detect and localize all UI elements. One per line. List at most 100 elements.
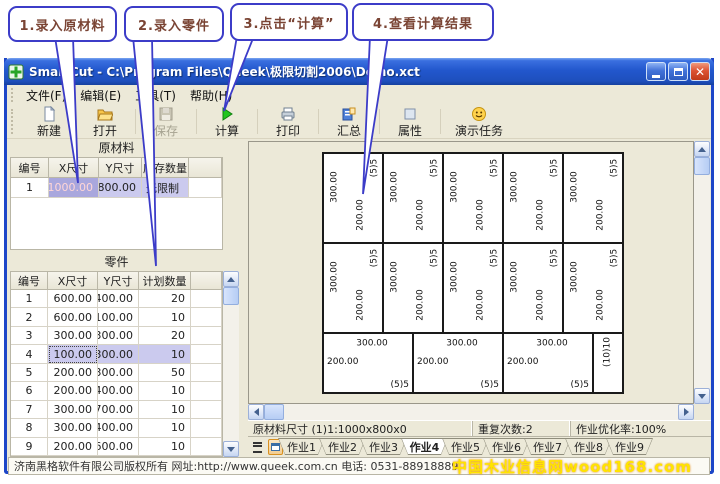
table-cell[interactable]: 100.00 <box>48 345 98 363</box>
minimize-button[interactable] <box>646 62 666 81</box>
cell-height-label: 300.00 <box>331 171 340 203</box>
toolbar-button-calc-play[interactable]: 计算 <box>199 105 255 138</box>
table-cell[interactable]: 600.00 <box>98 438 139 456</box>
tab-label: 作业1 <box>278 438 325 455</box>
table-header-row: 编号X尺寸Y尺寸计划数量 <box>11 272 222 290</box>
sheet-size-status: 原材料尺寸 (1)1:1000x800x0 <box>248 421 473 436</box>
scrollbar-thumb[interactable] <box>264 404 284 420</box>
table-cell[interactable]: 10 <box>139 345 191 363</box>
table-cell[interactable]: 7 <box>11 401 48 419</box>
table-cell[interactable]: 10 <box>139 419 191 437</box>
cell-tag-label: (5)5 <box>551 249 560 267</box>
table-cell[interactable]: 200.00 <box>48 382 98 400</box>
parts-scrollbar[interactable] <box>223 271 239 457</box>
table-cell[interactable]: 6 <box>11 382 48 400</box>
table-cell[interactable]: 300.00 <box>48 401 98 419</box>
table-cell[interactable]: 无限制 <box>142 178 189 198</box>
scroll-up-button[interactable] <box>694 141 710 157</box>
scroll-down-button[interactable] <box>694 388 710 404</box>
column-header: X尺寸 <box>49 158 99 178</box>
close-button[interactable]: ✕ <box>690 62 710 81</box>
table-cell[interactable]: 400.00 <box>98 290 139 308</box>
layout-cell-vertical: (5)5300.00200.00 <box>323 153 383 243</box>
menu-item-3[interactable]: 帮助(H) <box>183 85 239 106</box>
maximize-button[interactable] <box>668 62 688 81</box>
arrow-up-icon <box>698 147 706 152</box>
scroll-left-button[interactable] <box>248 404 264 420</box>
layout-cell-horizontal: 300.00200.00(5)5 <box>323 333 413 393</box>
menu-item-0[interactable]: 文件(F) <box>19 85 73 106</box>
tab-job-3[interactable]: 作业3 <box>360 438 407 455</box>
toolbar-button-summary[interactable]: 汇总 <box>321 105 377 138</box>
table-cell[interactable]: 10 <box>139 382 191 400</box>
toolbar-button-open-folder[interactable]: 打开 <box>77 105 133 138</box>
table-empty-area <box>11 198 222 250</box>
table-cell[interactable]: 400.00 <box>98 419 139 437</box>
new-doc-icon <box>41 106 57 125</box>
table-cell[interactable]: 10 <box>139 401 191 419</box>
table-cell[interactable]: 5 <box>11 364 48 382</box>
table-cell[interactable]: 10 <box>139 308 191 326</box>
scroll-up-button[interactable] <box>223 271 239 287</box>
table-row: 1600.00400.0020 <box>11 290 222 308</box>
tab-job-4[interactable]: 作业4 <box>401 438 448 455</box>
title-bar[interactable]: SmartCut - C:\Program Files\Queek\极限切割20… <box>4 58 714 85</box>
table-cell[interactable]: 200.00 <box>48 364 98 382</box>
tab-job-9[interactable]: 作业9 <box>606 438 653 455</box>
row-filler <box>191 327 222 345</box>
layout-cell-vertical: (5)5300.00200.00 <box>383 243 443 333</box>
arrow-right-icon <box>684 408 689 416</box>
table-cell[interactable]: 600.00 <box>48 290 98 308</box>
toolbar-button-smiley[interactable]: 演示任务 <box>443 105 515 138</box>
table-cell[interactable]: 800.00 <box>99 178 142 198</box>
table-cell[interactable]: 1000.00 <box>49 178 99 198</box>
table-cell[interactable]: 1 <box>11 290 48 308</box>
scrollbar-thumb[interactable] <box>694 157 710 175</box>
table-cell[interactable]: 1 <box>11 178 49 198</box>
table-cell[interactable]: 8 <box>11 419 48 437</box>
table-cell[interactable]: 300.00 <box>48 419 98 437</box>
toolbar-button-new-doc[interactable]: 新建 <box>21 105 77 138</box>
toolbar-button-save[interactable]: 保存 <box>138 105 194 138</box>
tab-label: 作业8 <box>565 438 612 455</box>
scroll-down-button[interactable] <box>223 441 239 457</box>
viewport-hscrollbar[interactable] <box>248 404 694 420</box>
toolbar-button-props[interactable]: 属性 <box>382 105 438 138</box>
table-cell[interactable]: 300.00 <box>98 345 139 363</box>
menu-item-2[interactable]: 工具(T) <box>128 85 183 106</box>
table-cell[interactable]: 100.00 <box>98 308 139 326</box>
table-cell[interactable]: 20 <box>139 327 191 345</box>
table-cell[interactable]: 300.00 <box>48 327 98 345</box>
tab-job-8[interactable]: 作业8 <box>565 438 612 455</box>
table-cell[interactable]: 9 <box>11 438 48 456</box>
app-logo-icon <box>8 64 24 80</box>
tab-job-6[interactable]: 作业6 <box>483 438 530 455</box>
table-cell[interactable]: 50 <box>139 364 191 382</box>
tab-job-1[interactable]: 作业1 <box>278 438 325 455</box>
tab-menu-button[interactable] <box>250 439 265 455</box>
scroll-right-button[interactable] <box>678 404 694 420</box>
table-cell[interactable]: 700.00 <box>98 401 139 419</box>
table-cell[interactable]: 200.00 <box>48 438 98 456</box>
table-cell[interactable]: 600.00 <box>48 308 98 326</box>
screenshot-canvas: { "callouts": [ {"label": "1.录入原材料"}, {"… <box>0 0 720 484</box>
tab-label: 作业6 <box>483 438 530 455</box>
scrollbar-thumb[interactable] <box>223 287 239 305</box>
table-cell[interactable]: 20 <box>139 290 191 308</box>
toolbar-button-print[interactable]: 打印 <box>260 105 316 138</box>
table-cell[interactable]: 300.00 <box>98 327 139 345</box>
table-cell[interactable]: 2 <box>11 308 48 326</box>
tab-job-7[interactable]: 作业7 <box>524 438 571 455</box>
tab-job-2[interactable]: 作业2 <box>319 438 366 455</box>
table-cell[interactable]: 3 <box>11 327 48 345</box>
table-cell[interactable]: 400.00 <box>98 382 139 400</box>
viewport-vscrollbar[interactable] <box>694 141 710 404</box>
tab-job-5[interactable]: 作业5 <box>442 438 489 455</box>
layout-cell-vertical: (5)5300.00200.00 <box>563 243 623 333</box>
table-cell[interactable]: 300.00 <box>98 364 139 382</box>
cell-height-label: 300.00 <box>571 171 580 203</box>
table-cell[interactable]: 10 <box>139 438 191 456</box>
menu-item-1[interactable]: 编辑(E) <box>73 85 128 106</box>
toolbar-separator <box>440 109 441 134</box>
table-cell[interactable]: 4 <box>11 345 48 363</box>
